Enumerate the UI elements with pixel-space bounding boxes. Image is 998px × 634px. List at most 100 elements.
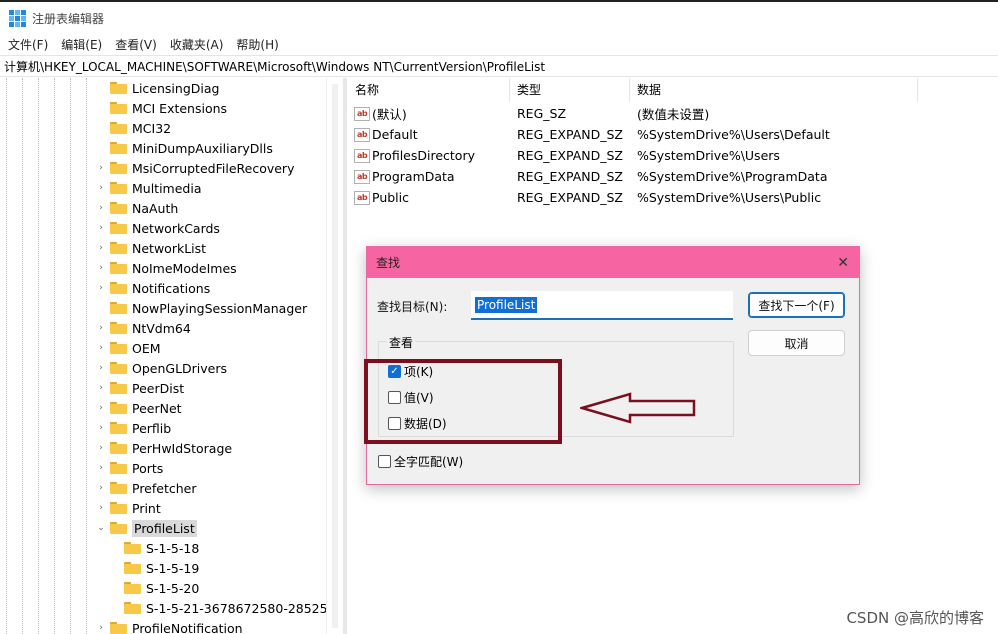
tree-item[interactable]: › OpenGLDrivers (96, 358, 227, 378)
folder-icon (124, 582, 141, 594)
address-bar[interactable]: 计算机\HKEY_LOCAL_MACHINE\SOFTWARE\Microsof… (0, 55, 998, 77)
tree-item[interactable]: S-1-5-21-3678672580-2852545 (110, 598, 342, 618)
folder-icon (110, 242, 127, 254)
list-item[interactable]: ab (默认) REG_SZ (数值未设置) (348, 103, 998, 124)
tree-item[interactable]: MCI32 (96, 118, 171, 138)
folder-icon (124, 562, 141, 574)
title-bar: 注册表编辑器 (0, 4, 998, 32)
tree-item[interactable]: › OEM (96, 338, 160, 358)
tree-item[interactable]: › Notifications (96, 278, 210, 298)
tree-item[interactable]: › Print (96, 498, 161, 518)
chevron-right-icon[interactable]: › (96, 363, 106, 373)
chevron-right-icon[interactable]: › (96, 443, 106, 453)
string-value-icon: ab (354, 127, 370, 142)
value-name: Default (372, 127, 418, 142)
option-whole-match[interactable]: 全字匹配(W) (378, 453, 463, 470)
tree-item[interactable]: › MsiCorruptedFileRecovery (96, 158, 294, 178)
tree-item[interactable]: › Ports (96, 458, 163, 478)
folder-icon (110, 282, 127, 294)
tree-item-label: PeerDist (132, 380, 185, 396)
chevron-right-icon[interactable]: › (96, 323, 106, 333)
tree-item[interactable]: › Multimedia (96, 178, 201, 198)
menu-view[interactable]: 查看(V) (115, 36, 157, 53)
column-name[interactable]: 名称 (348, 78, 510, 102)
menu-help[interactable]: 帮助(H) (236, 36, 278, 53)
value-type: REG_EXPAND_SZ (517, 148, 623, 163)
tree-item[interactable]: › Perflib (96, 418, 171, 438)
find-target-input[interactable]: ProfileList (471, 291, 733, 320)
chevron-right-icon[interactable]: › (96, 623, 106, 633)
chevron-right-icon[interactable]: › (96, 483, 106, 493)
chevron-right-icon[interactable]: › (96, 383, 106, 393)
tree-item-label: Perflib (132, 420, 172, 436)
tree-item[interactable]: › NtVdm64 (96, 318, 191, 338)
chevron-right-icon[interactable]: › (96, 223, 106, 233)
folder-icon (110, 122, 127, 134)
folder-icon (124, 602, 141, 614)
tree-item[interactable]: › PerHwIdStorage (96, 438, 232, 458)
key-tree[interactable]: LicensingDiag MCI Extensions MCI32 MiniDump… (0, 78, 342, 634)
tree-item[interactable]: S-1-5-19 (110, 558, 199, 578)
find-target-label: 查找目标(N): (377, 300, 448, 314)
chevron-right-icon[interactable]: › (96, 503, 106, 513)
chevron-right-icon[interactable]: › (96, 283, 106, 293)
folder-icon (110, 402, 127, 414)
chevron-right-icon[interactable]: › (96, 403, 106, 413)
tree-item[interactable]: LicensingDiag (96, 78, 219, 98)
tree-item-label: Notifications (132, 280, 211, 296)
list-item[interactable]: ab Default REG_EXPAND_SZ %SystemDrive%\User… (348, 124, 998, 145)
chevron-right-icon[interactable]: › (96, 183, 106, 193)
chevron-right-icon[interactable]: › (96, 423, 106, 433)
tree-item[interactable]: › ProfileNotification (96, 618, 243, 634)
tree-item[interactable]: › PeerDist (96, 378, 184, 398)
chevron-right-icon[interactable]: › (96, 263, 106, 273)
tree-item[interactable]: MCI Extensions (96, 98, 227, 118)
list-item[interactable]: ab ProgramData REG_EXPAND_SZ %SystemDrive%\… (348, 166, 998, 187)
tree-item[interactable]: S-1-5-18 (110, 538, 199, 558)
tree-item[interactable]: › PeerNet (96, 398, 181, 418)
dialog-title: 查找 (376, 256, 401, 270)
annotation-arrow-icon (580, 392, 696, 424)
chevron-right-icon[interactable]: › (96, 343, 106, 353)
column-data[interactable]: 数据 (630, 78, 918, 102)
menu-favorites[interactable]: 收藏夹(A) (170, 36, 224, 53)
tree-item-label: ProfileNotification (132, 620, 243, 634)
tree-guide-line (22, 78, 23, 634)
pane-splitter[interactable] (343, 78, 347, 634)
chevron-right-icon[interactable]: › (96, 163, 106, 173)
checkbox-whole-match[interactable] (378, 455, 391, 468)
value-name-cell: ab Public (348, 190, 510, 205)
value-type: REG_EXPAND_SZ (517, 127, 623, 142)
tree-guide-line (54, 78, 55, 634)
chevron-down-icon[interactable]: ⌄ (96, 523, 106, 533)
chevron-right-icon[interactable]: › (96, 463, 106, 473)
folder-icon (110, 162, 127, 174)
menu-file[interactable]: 文件(F) (8, 36, 48, 53)
find-next-button[interactable]: 查找下一个(F) (748, 292, 845, 318)
menu-edit[interactable]: 编辑(E) (61, 36, 102, 53)
cancel-button[interactable]: 取消 (748, 330, 845, 356)
column-type[interactable]: 类型 (510, 78, 630, 102)
tree-item[interactable]: › NoImeModeImes (96, 258, 237, 278)
tree-item[interactable]: › Prefetcher (96, 478, 196, 498)
folder-icon (110, 502, 127, 514)
tree-item[interactable]: MiniDumpAuxiliaryDlls (96, 138, 273, 158)
tree-item[interactable]: › NetworkList (96, 238, 206, 258)
tree-item-label: OpenGLDrivers (132, 360, 228, 376)
scroll-thumb[interactable] (332, 84, 338, 628)
chevron-right-icon[interactable]: › (96, 203, 106, 213)
list-item[interactable]: ab Public REG_EXPAND_SZ %SystemDrive%\Users… (348, 187, 998, 208)
tree-item[interactable]: › NetworkCards (96, 218, 220, 238)
tree-item[interactable]: S-1-5-20 (110, 578, 199, 598)
value-type: REG_SZ (517, 106, 567, 121)
list-item[interactable]: ab ProfilesDirectory REG_EXPAND_SZ %SystemD… (348, 145, 998, 166)
chevron-right-icon[interactable]: › (96, 243, 106, 253)
close-icon[interactable]: ✕ (837, 255, 849, 271)
tree-item[interactable]: › NaAuth (96, 198, 178, 218)
string-value-icon: ab (354, 106, 370, 121)
tree-scrollbar[interactable] (326, 78, 342, 634)
string-value-icon: ab (354, 169, 370, 184)
tree-item[interactable]: ⌄ ProfileList (96, 518, 197, 538)
tree-item[interactable]: NowPlayingSessionManager (96, 298, 307, 318)
value-name: Public (372, 190, 409, 205)
